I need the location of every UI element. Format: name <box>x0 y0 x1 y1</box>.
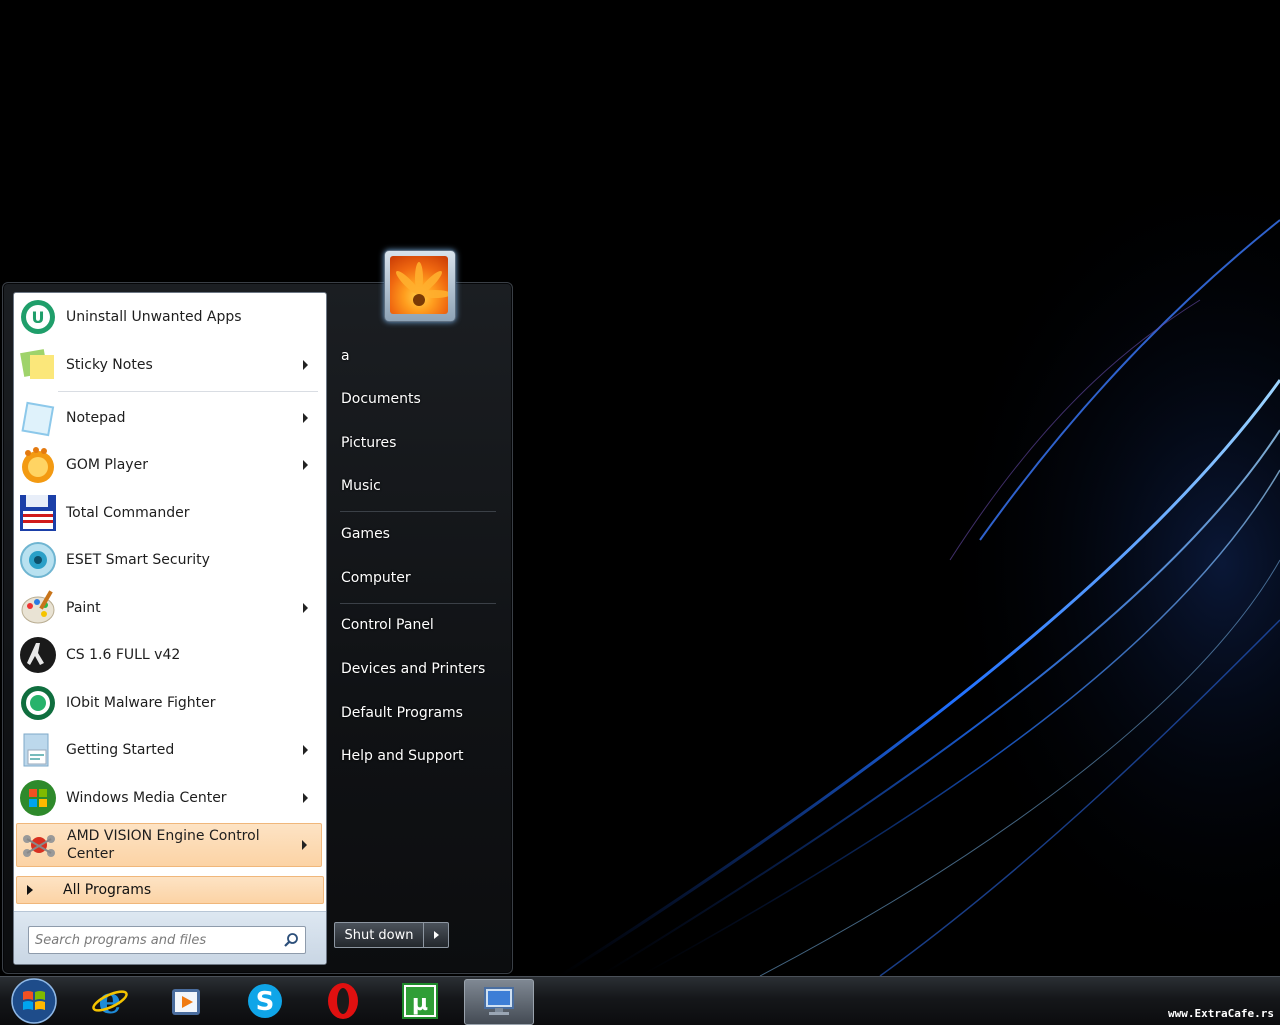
pinned-separator <box>58 391 318 392</box>
program-windows-media-center[interactable]: Windows Media Center <box>16 776 322 820</box>
utorrent-icon: µ <box>402 983 438 1019</box>
search-input[interactable] <box>33 929 277 951</box>
amd-vision-icon <box>19 825 59 865</box>
opera-icon <box>328 983 358 1019</box>
all-programs-label: All Programs <box>63 882 152 898</box>
user-name-link[interactable]: a <box>341 348 350 364</box>
sticky-notes-icon <box>18 345 58 385</box>
program-label: IObit Malware Fighter <box>66 695 216 711</box>
start-orb-icon <box>11 978 57 1024</box>
taskbar-internet-explorer[interactable]: e <box>80 979 140 1023</box>
taskbar-network-computer[interactable] <box>464 979 534 1025</box>
program-label: Uninstall Unwanted Apps <box>66 309 242 325</box>
notepad-icon <box>18 398 58 438</box>
start-button[interactable] <box>4 978 64 1024</box>
svg-text:e: e <box>99 981 122 1021</box>
shutdown-button[interactable]: Shut down <box>334 922 424 948</box>
svg-text:S: S <box>256 987 275 1017</box>
program-getting-started[interactable]: Getting Started <box>16 728 322 772</box>
pictures-link[interactable]: Pictures <box>341 435 396 451</box>
program-label: Notepad <box>66 410 126 426</box>
program-label: ESET Smart Security <box>66 552 210 568</box>
program-label: Getting Started <box>66 742 175 758</box>
submenu-arrow-icon[interactable] <box>303 793 308 803</box>
chevron-right-icon <box>433 931 439 939</box>
media-player-icon <box>172 989 200 1015</box>
svg-text:U: U <box>32 308 45 327</box>
taskbar-skype[interactable]: S <box>235 979 295 1023</box>
documents-link[interactable]: Documents <box>341 391 421 407</box>
program-uninstall-unwanted-apps[interactable]: U Uninstall Unwanted Apps <box>16 295 322 339</box>
program-cs-1-6[interactable]: CS 1.6 FULL v42 <box>16 633 322 677</box>
skype-icon: S <box>248 984 282 1018</box>
program-label: AMD VISION Engine Control Center <box>67 828 260 862</box>
submenu-arrow-icon[interactable] <box>303 603 308 613</box>
program-paint[interactable]: Paint <box>16 586 322 630</box>
programs-pane: U Uninstall Unwanted Apps Sticky Notes N… <box>13 292 327 965</box>
search-area <box>14 911 326 964</box>
watermark-text: www.ExtraCafe.rs <box>1168 1007 1274 1020</box>
submenu-arrow-icon[interactable] <box>302 840 307 850</box>
paint-palette-icon <box>18 588 58 628</box>
taskbar-opera[interactable] <box>313 979 373 1023</box>
program-notepad[interactable]: Notepad <box>16 396 322 440</box>
games-link[interactable]: Games <box>341 526 390 542</box>
control-panel-link[interactable]: Control Panel <box>341 617 434 633</box>
music-link[interactable]: Music <box>341 478 381 494</box>
right-separator <box>340 603 496 604</box>
program-label: GOM Player <box>66 457 148 473</box>
program-iobit-malware-fighter[interactable]: IObit Malware Fighter <box>16 681 322 725</box>
right-separator <box>340 511 496 512</box>
getting-started-icon <box>18 730 58 770</box>
taskbar-media-player[interactable] <box>156 979 216 1023</box>
internet-explorer-icon: e <box>92 981 128 1021</box>
program-gom-player[interactable]: GOM Player <box>16 443 322 487</box>
devices-printers-link[interactable]: Devices and Printers <box>341 661 485 677</box>
taskbar-utorrent[interactable]: µ <box>390 979 450 1023</box>
eset-eye-icon <box>18 540 58 580</box>
help-support-link[interactable]: Help and Support <box>341 748 464 764</box>
uninstaller-icon: U <box>18 297 58 337</box>
expand-arrow-icon <box>27 885 33 895</box>
program-label: Total Commander <box>66 505 190 521</box>
submenu-arrow-icon[interactable] <box>303 413 308 423</box>
program-label: Windows Media Center <box>66 790 227 806</box>
program-label: Paint <box>66 600 101 616</box>
user-picture[interactable] <box>384 250 456 322</box>
network-computer-icon <box>484 987 514 1015</box>
media-center-icon <box>18 778 58 818</box>
search-box[interactable] <box>28 926 306 954</box>
program-total-commander[interactable]: Total Commander <box>16 491 322 535</box>
program-sticky-notes[interactable]: Sticky Notes <box>16 343 322 387</box>
gom-player-icon <box>18 445 58 485</box>
submenu-arrow-icon[interactable] <box>303 360 308 370</box>
program-eset-smart-security[interactable]: ESET Smart Security <box>16 538 322 582</box>
program-label: Sticky Notes <box>66 357 153 373</box>
start-menu: U Uninstall Unwanted Apps Sticky Notes N… <box>2 282 513 974</box>
svg-text:µ: µ <box>412 991 428 1016</box>
shutdown-options-button[interactable] <box>424 922 449 948</box>
search-icon[interactable] <box>283 932 299 948</box>
floppy-disk-icon <box>18 493 58 533</box>
iobit-shield-icon <box>18 683 58 723</box>
counter-strike-icon <box>18 635 58 675</box>
submenu-arrow-icon[interactable] <box>303 745 308 755</box>
shutdown-group: Shut down <box>334 922 449 948</box>
submenu-arrow-icon[interactable] <box>303 460 308 470</box>
program-amd-vision-engine[interactable]: AMD VISION Engine Control Center <box>16 823 322 867</box>
flower-avatar-icon <box>390 256 448 314</box>
default-programs-link[interactable]: Default Programs <box>341 705 463 721</box>
computer-link[interactable]: Computer <box>341 570 411 586</box>
taskbar: e S µ www.ExtraCafe.rs <box>0 976 1280 1025</box>
program-label: CS 1.6 FULL v42 <box>66 647 181 663</box>
all-programs-button[interactable]: All Programs <box>16 876 324 904</box>
